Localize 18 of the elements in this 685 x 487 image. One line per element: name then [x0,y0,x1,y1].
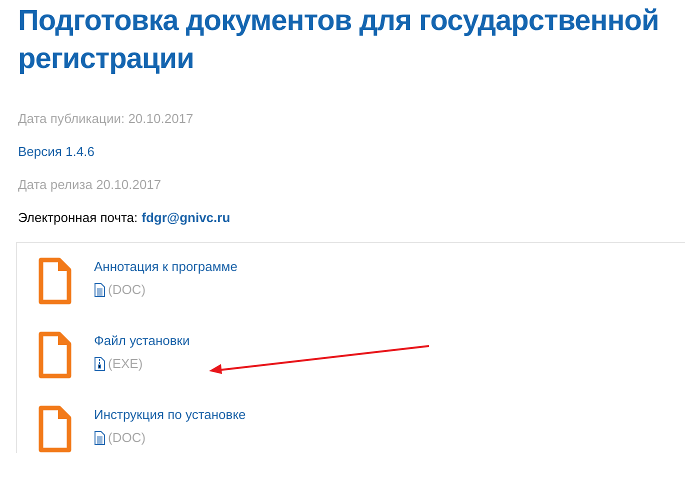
meta-text: Дата публикации: 20.10.2017 [18,110,194,127]
text-file-icon [94,282,105,296]
file-format: (EXE) [108,355,143,372]
document-icon [38,257,72,305]
file-format: (DOC) [108,281,146,298]
text-file-icon [94,430,105,444]
email-label: Электронная почта: [18,210,138,225]
document-icon [38,331,72,379]
zip-file-icon [94,356,105,370]
file-link[interactable]: Файл установки [94,332,190,349]
version-link[interactable]: Версия 1.4.6 [18,143,685,160]
meta-text: Дата релиза 20.10.2017 [18,176,162,193]
email-link[interactable]: fdgr@gnivc.ru [142,210,230,225]
document-icon [38,405,72,453]
page-title: Подготовка документов для государственной регистрации [18,4,660,77]
file-link[interactable]: Аннотация к программе [94,258,238,275]
file-format: (DOC) [108,429,146,446]
file-link[interactable]: Инструкция по установке [94,406,246,423]
